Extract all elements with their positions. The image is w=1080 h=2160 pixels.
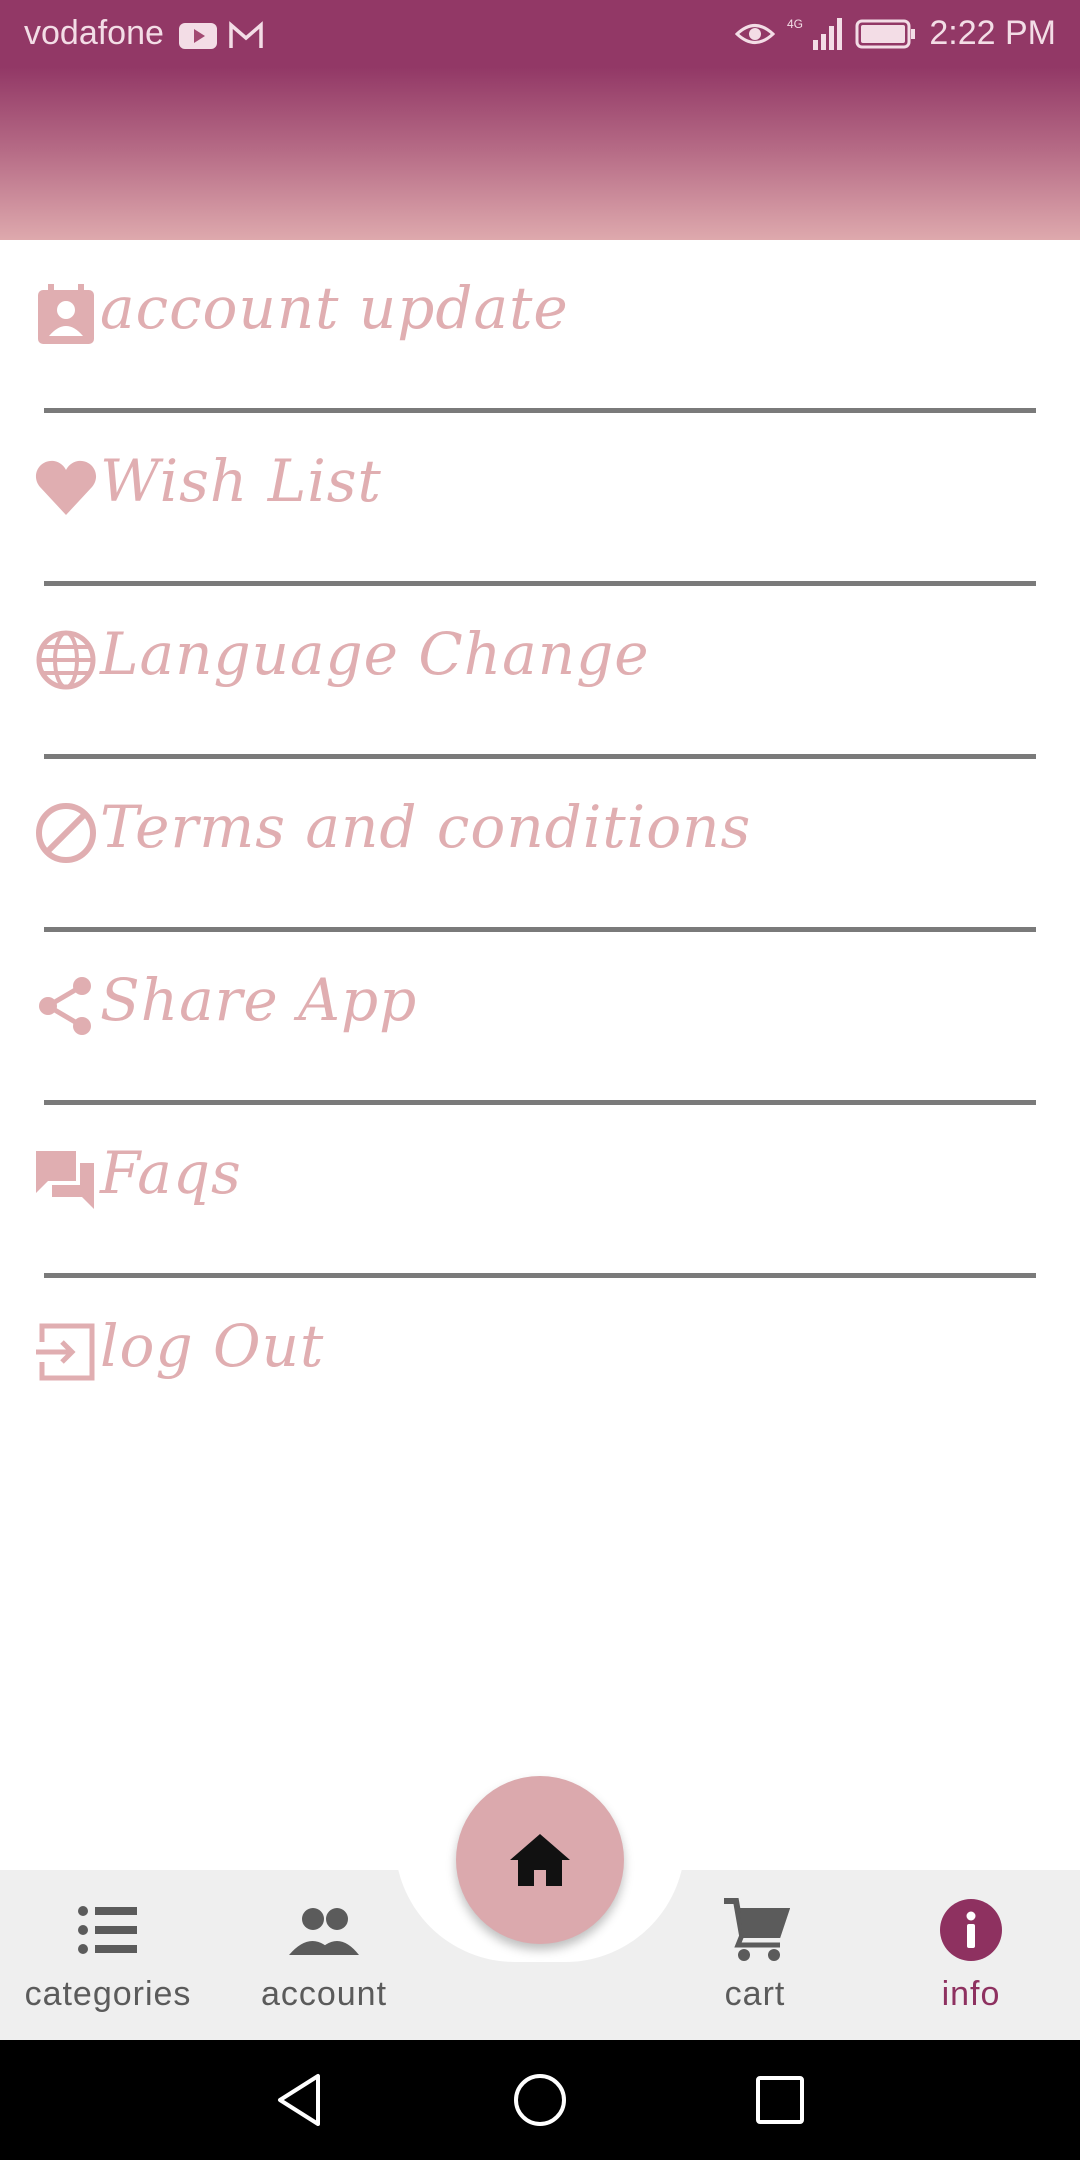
home-circle-icon[interactable]: [510, 2070, 570, 2130]
menu-item-log-out[interactable]: log Out: [0, 1278, 1080, 1451]
screen: vodafone 4G 2:22 PM account update Wish …: [0, 0, 1080, 2160]
system-nav-bar: [0, 2040, 1080, 2160]
menu-item-label: Terms and conditions: [100, 793, 752, 861]
status-bar: vodafone 4G 2:22 PM: [0, 0, 1080, 74]
menu-item-wish-list[interactable]: Wish List: [0, 413, 1080, 586]
home-icon: [510, 1834, 570, 1886]
nav-label: info: [941, 1975, 1001, 2013]
menu-item-label: log Out: [100, 1312, 325, 1380]
notification-icons: [178, 20, 264, 52]
menu-item-share-app[interactable]: Share App: [0, 932, 1080, 1105]
menu-item-label: Language Change: [100, 620, 650, 688]
people-icon: [289, 1908, 359, 1955]
list-icon: [78, 1906, 137, 1954]
nav-item-cart[interactable]: cart: [650, 1895, 860, 2025]
battery-icon: [855, 19, 916, 48]
account-box-icon: [38, 284, 94, 344]
globe-icon: [36, 630, 96, 690]
signal-icon: 4G: [787, 17, 843, 50]
nav-label: account: [260, 1975, 388, 2013]
home-fab-button[interactable]: [456, 1776, 624, 1944]
nav-item-info[interactable]: info: [866, 1895, 1076, 2025]
block-icon: [36, 803, 96, 863]
nav-item-categories[interactable]: categories: [3, 1895, 213, 2025]
status-right: 4G 2:22 PM: [735, 14, 1056, 53]
menu-item-label: Wish List: [100, 447, 382, 515]
cart-icon: [724, 1898, 790, 1961]
gmail-icon: [229, 21, 263, 48]
header-banner: vodafone 4G 2:22 PM: [0, 0, 1080, 240]
nav-label: categories: [24, 1975, 192, 2013]
menu-item-account-update[interactable]: account update: [0, 240, 1080, 413]
heart-icon: [35, 460, 97, 515]
info-icon: [940, 1899, 1002, 1961]
menu-item-faqs[interactable]: Faqs: [0, 1105, 1080, 1278]
forum-icon: [36, 1151, 94, 1209]
menu-item-language-change[interactable]: Language Change: [0, 586, 1080, 759]
carrier-name: vodafone: [24, 14, 164, 52]
back-icon[interactable]: [270, 2070, 330, 2130]
eye-comfort-icon: [735, 23, 776, 44]
nav-item-account[interactable]: account: [219, 1895, 429, 2025]
clock: 2:22 PM: [929, 14, 1056, 52]
recents-icon[interactable]: [750, 2070, 810, 2130]
menu-item-terms[interactable]: Terms and conditions: [0, 759, 1080, 932]
menu-item-label: Share App: [100, 966, 418, 1034]
menu-item-label: Faqs: [100, 1139, 242, 1207]
menu-list: account update Wish List Language Change: [0, 240, 1080, 1451]
network-type: 4G: [787, 17, 803, 31]
exit-icon: [36, 1323, 95, 1381]
nav-label: cart: [724, 1975, 786, 2013]
share-icon: [39, 977, 91, 1035]
youtube-icon: [179, 23, 217, 49]
menu-item-label: account update: [100, 274, 569, 342]
